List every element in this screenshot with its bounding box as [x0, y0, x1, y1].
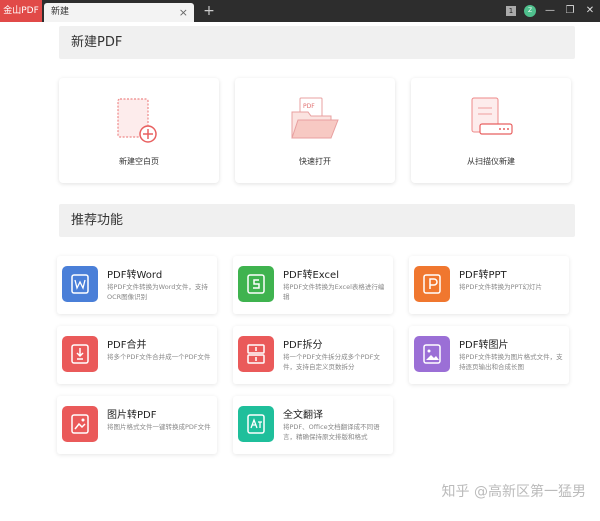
excel-icon	[238, 266, 274, 302]
image-to-pdf-icon	[62, 406, 98, 442]
feature-title: PDF转PPT	[459, 270, 507, 281]
feature-desc: 将多个PDF文件合并成一个PDF文件	[107, 353, 211, 361]
feature-title: PDF拆分	[283, 340, 323, 351]
feature-desc: 将PDF、Office文档翻译成不同语言，精确保持原文排版和格式	[283, 423, 380, 441]
feature-image-to-pdf[interactable]: 图片转PDF 将图片格式文件一键转换成PDF文件	[57, 396, 217, 454]
feature-desc: 将PDF文件转换为Excel表格进行编辑	[283, 283, 385, 301]
minimize-button[interactable]: —	[540, 0, 560, 22]
section-title-recommended: 推荐功能	[59, 204, 575, 237]
feature-desc: 将PDF文件转换为PPT幻灯片	[459, 283, 542, 291]
image-icon	[414, 336, 450, 372]
new-blank-page-card[interactable]: 新建空白页	[59, 78, 219, 183]
feature-pdf-split[interactable]: PDF拆分 将一个PDF文件拆分成多个PDF文件，支持自定义页数拆分	[233, 326, 393, 384]
feature-title: PDF转Word	[107, 270, 163, 281]
badge-icon[interactable]: 1	[506, 6, 516, 16]
quick-open-card[interactable]: PDF 快速打开	[235, 78, 395, 183]
feature-desc: 将一个PDF文件拆分成多个PDF文件，支持自定义页数拆分	[283, 353, 380, 371]
feature-title: 图片转PDF	[107, 410, 157, 421]
watermark: 知乎 @高新区第一猛男	[441, 484, 586, 500]
new-tab-button[interactable]: +	[202, 2, 216, 20]
feature-title: PDF转图片	[459, 340, 509, 351]
open-folder-icon: PDF	[291, 97, 339, 139]
feature-full-text-translate[interactable]: 全文翻译 将PDF、Office文档翻译成不同语言，精确保持原文排版和格式	[233, 396, 393, 454]
feature-pdf-merge[interactable]: PDF合并 将多个PDF文件合并成一个PDF文件	[57, 326, 217, 384]
title-bar: 金山PDF 新建 × + 1 Z — ❐ ✕	[0, 0, 600, 22]
svg-text:PDF: PDF	[303, 103, 315, 110]
feature-title: PDF转Excel	[283, 270, 339, 281]
split-icon	[238, 336, 274, 372]
tab-new-document[interactable]: 新建 ×	[44, 3, 194, 22]
merge-icon	[62, 336, 98, 372]
feature-desc: 将PDF文件转换为Word文件，支持OCR图像识别	[107, 283, 208, 301]
maximize-button[interactable]: ❐	[560, 0, 580, 22]
tab-label: 新建	[51, 7, 70, 17]
close-tab-icon[interactable]: ×	[179, 3, 188, 22]
main-content: 新建PDF 新建空白页 PDF 快速打开 从扫描仪新建 推荐功能 PDF转Wor…	[0, 22, 600, 521]
word-icon	[62, 266, 98, 302]
feature-desc: 将PDF文件转换为图片格式文件，支持逐页输出和合成长图	[459, 353, 563, 371]
scanner-icon	[471, 97, 513, 135]
translate-icon	[238, 406, 274, 442]
blank-page-plus-icon	[117, 98, 157, 143]
new-from-scanner-label: 从扫描仪新建	[467, 157, 515, 166]
feature-pdf-to-word[interactable]: PDF转Word 将PDF文件转换为Word文件，支持OCR图像识别	[57, 256, 217, 314]
feature-pdf-to-ppt[interactable]: PDF转PPT 将PDF文件转换为PPT幻灯片	[409, 256, 569, 314]
close-window-button[interactable]: ✕	[580, 0, 600, 22]
feature-pdf-to-excel[interactable]: PDF转Excel 将PDF文件转换为Excel表格进行编辑	[233, 256, 393, 314]
feature-title: 全文翻译	[283, 410, 323, 421]
new-from-scanner-card[interactable]: 从扫描仪新建	[411, 78, 571, 183]
section-title-new-pdf: 新建PDF	[59, 26, 575, 59]
feature-desc: 将图片格式文件一键转换成PDF文件	[107, 423, 211, 431]
quick-open-label: 快速打开	[299, 157, 331, 166]
new-blank-page-label: 新建空白页	[119, 157, 159, 166]
window-controls: 1 Z — ❐ ✕	[502, 0, 600, 22]
avatar[interactable]: Z	[524, 5, 536, 17]
feature-pdf-to-image[interactable]: PDF转图片 将PDF文件转换为图片格式文件，支持逐页输出和合成长图	[409, 326, 569, 384]
app-tab[interactable]: 金山PDF	[0, 0, 42, 22]
ppt-icon	[414, 266, 450, 302]
feature-title: PDF合并	[107, 340, 147, 351]
